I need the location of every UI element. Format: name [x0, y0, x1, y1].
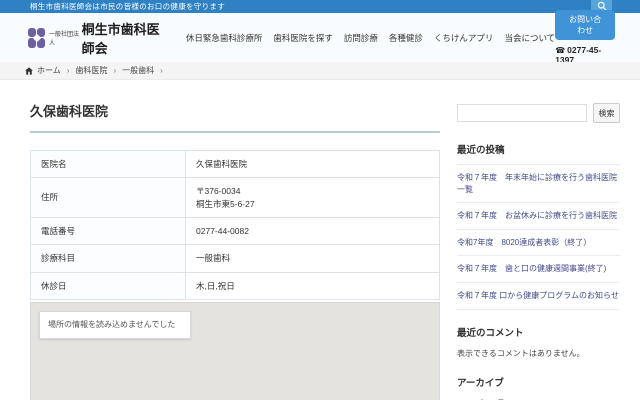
- header-contact-block: お問い合わせ ☎0277-45-1397: [555, 10, 615, 65]
- table-row: 住所 〒376-0034 桐生市東5-6-27: [31, 178, 440, 218]
- row-value-phone: 0277-44-0082: [186, 217, 440, 244]
- nav-item-home-visit[interactable]: 訪問診療: [344, 32, 378, 44]
- breadcrumb-general-dentistry[interactable]: 一般歯科: [122, 65, 154, 76]
- recent-post-link[interactable]: 令和７年度 歯と口の健康週間事業(終了): [457, 256, 620, 283]
- org-type-label: 一般社団法人: [49, 29, 80, 47]
- map-error-message: 場所の情報を読み込めませんでした: [39, 311, 191, 339]
- dental-association-logo-icon: [28, 28, 45, 48]
- nav-item-checkups[interactable]: 各種健診: [389, 32, 423, 44]
- table-row: 医院名 久保歯科医院: [31, 151, 440, 178]
- recent-comments-empty-message: 表示できるコメントはありません。: [457, 348, 620, 359]
- row-value-address: 〒376-0034 桐生市東5-6-27: [186, 178, 440, 218]
- recent-post-link[interactable]: 令和7年度 8020達成者表彰（終了）: [457, 230, 620, 257]
- recent-posts-list: 令和７年度 年末年始に診療を行う歯科医院一覧 令和７年度 お盆休みに診療を行う歯…: [457, 164, 620, 310]
- breadcrumb-separator: ›: [160, 66, 163, 75]
- recent-post-link[interactable]: 令和７年度 口から健康プログラムのお知らせ: [457, 283, 620, 310]
- page: 桐生市歯科医師会は市民の皆様のお口の健康を守ります 一般社団法人 桐生市歯科医師…: [0, 0, 640, 400]
- table-row: 休診日 木,日,祝日: [31, 272, 440, 299]
- main-nav: 休日緊急歯科診療所 歯科医院を探す 訪問診療 各種健診 くちけんアプリ 当会につ…: [186, 32, 555, 44]
- nav-item-find-clinic[interactable]: 歯科医院を探す: [273, 32, 333, 44]
- archive-heading: アーカイブ: [457, 375, 620, 389]
- nav-item-emergency-clinic[interactable]: 休日緊急歯科診療所: [186, 32, 263, 44]
- sidebar-search: 検索: [457, 103, 620, 123]
- row-label-closed-days: 休診日: [31, 272, 186, 299]
- recent-post-link[interactable]: 令和７年度 お盆休みに診療を行う歯科医院: [457, 203, 620, 230]
- table-row: 電話番号 0277-44-0082: [31, 217, 440, 244]
- recent-comments-heading: 最近のコメント: [457, 325, 620, 339]
- row-label-address: 住所: [31, 178, 186, 218]
- row-value-closed-days: 木,日,祝日: [186, 272, 440, 299]
- sidebar: 検索 最近の投稿 令和７年度 年末年始に診療を行う歯科医院一覧 令和７年度 お盆…: [457, 80, 620, 400]
- search-input[interactable]: [457, 104, 587, 122]
- top-bar: 桐生市歯科医師会は市民の皆様のお口の健康を守ります: [0, 0, 640, 13]
- row-label-phone: 電話番号: [31, 217, 186, 244]
- recent-post-link[interactable]: 令和７年度 年末年始に診療を行う歯科医院一覧: [457, 165, 620, 203]
- nav-item-kuchiken-app[interactable]: くちけんアプリ: [434, 32, 494, 44]
- breadcrumb-separator: ›: [67, 66, 70, 75]
- row-value-departments: 一般歯科: [186, 245, 440, 272]
- row-label-clinic-name: 医院名: [31, 151, 186, 178]
- breadcrumb-separator: ›: [113, 66, 116, 75]
- nav-item-about[interactable]: 当会について: [504, 32, 555, 44]
- contact-button[interactable]: お問い合わせ: [555, 10, 615, 40]
- page-title: 久保歯科医院: [30, 101, 440, 133]
- site-title: 桐生市歯科医師会: [82, 19, 170, 57]
- table-row: 診療科目 一般歯科: [31, 245, 440, 272]
- site-logo[interactable]: 一般社団法人 桐生市歯科医師会: [28, 19, 170, 57]
- breadcrumb: ホーム › 歯科医院 › 一般歯科 ›: [0, 62, 640, 80]
- map-embed[interactable]: 場所の情報を読み込めませんでした: [30, 302, 440, 400]
- breadcrumb-dental-clinics[interactable]: 歯科医院: [75, 65, 107, 76]
- phone-icon: ☎: [555, 46, 565, 55]
- site-header: 一般社団法人 桐生市歯科医師会 休日緊急歯科診療所 歯科医院を探す 訪問診療 各…: [0, 13, 640, 62]
- clinic-info-table: 医院名 久保歯科医院 住所 〒376-0034 桐生市東5-6-27 電話番号 …: [30, 150, 440, 300]
- breadcrumb-home[interactable]: ホーム: [37, 65, 61, 76]
- row-value-clinic-name: 久保歯科医院: [186, 151, 440, 178]
- home-icon: [25, 67, 33, 75]
- row-label-departments: 診療科目: [31, 245, 186, 272]
- recent-posts-heading: 最近の投稿: [457, 142, 620, 156]
- main-content: 久保歯科医院 医院名 久保歯科医院 住所 〒376-0034 桐生市東5-6-2…: [0, 80, 640, 400]
- search-button[interactable]: 検索: [593, 103, 620, 123]
- site-tagline: 桐生市歯科医師会は市民の皆様のお口の健康を守ります: [30, 1, 225, 12]
- clinic-detail-column: 久保歯科医院 医院名 久保歯科医院 住所 〒376-0034 桐生市東5-6-2…: [30, 80, 440, 400]
